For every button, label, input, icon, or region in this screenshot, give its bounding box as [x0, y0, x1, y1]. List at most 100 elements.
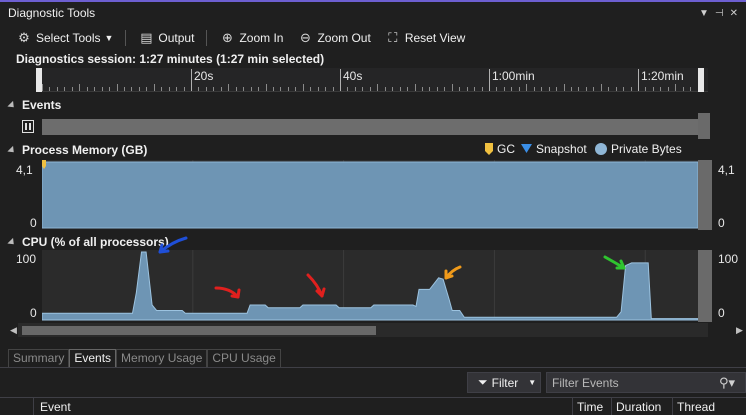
- tab-summary[interactable]: Summary: [8, 349, 70, 368]
- ruler-tick: [183, 87, 185, 91]
- title-bar: Diagnostic Tools ▼ ⊣ ✕: [0, 0, 746, 24]
- events-section-header[interactable]: Events: [7, 98, 61, 112]
- ruler-tick: [131, 87, 133, 91]
- toolbar-separator: [125, 30, 127, 46]
- column-duration[interactable]: Duration: [616, 400, 661, 414]
- zoom-out-button[interactable]: ⊖ Zoom Out: [295, 28, 372, 48]
- ruler-tick: [489, 69, 490, 91]
- ruler-tick: [660, 87, 662, 91]
- chevron-down-icon: ▼: [104, 33, 114, 43]
- scroll-right-icon[interactable]: ▶: [736, 325, 743, 336]
- ruler-tick: [384, 87, 386, 91]
- ruler-label: 40s: [343, 69, 363, 83]
- dropdown-arrow-icon[interactable]: ▼: [699, 8, 709, 19]
- ruler-tick: [161, 87, 163, 91]
- column-separator[interactable]: [672, 398, 673, 415]
- output-button[interactable]: ▤ Output: [136, 28, 196, 48]
- window-title: Diagnostic Tools: [8, 6, 96, 20]
- session-info: Diagnostics session: 1:27 minutes (1:27 …: [16, 52, 325, 66]
- cpu-y-max-right: 100: [718, 252, 739, 266]
- ruler-tick: [228, 84, 230, 91]
- ruler-tick: [652, 87, 654, 91]
- collapse-triangle-icon[interactable]: [7, 237, 17, 247]
- ruler-tick: [287, 87, 289, 91]
- column-event[interactable]: Event: [40, 400, 71, 414]
- ruler-tick: [638, 69, 639, 91]
- column-time[interactable]: Time: [577, 400, 603, 414]
- ruler-tick: [548, 87, 550, 91]
- collapse-triangle-icon[interactable]: [7, 145, 17, 155]
- close-icon[interactable]: ✕: [730, 8, 738, 19]
- select-tools-label: Select Tools: [36, 31, 101, 45]
- ruler-tick: [667, 87, 669, 91]
- filter-events-input[interactable]: [547, 373, 707, 392]
- ruler-tick: [94, 87, 96, 91]
- zoom-out-icon: ⊖: [300, 30, 311, 45]
- ruler-tick: [153, 84, 155, 91]
- ruler-label: 20s: [194, 69, 214, 83]
- ruler-tick: [280, 87, 282, 91]
- ruler-tick: [593, 87, 595, 91]
- selection-handle-right[interactable]: [698, 68, 704, 92]
- select-tools-button[interactable]: ⚙ Select Tools ▼: [14, 28, 115, 48]
- ruler-tick: [168, 87, 170, 91]
- memory-chart[interactable]: [42, 160, 712, 230]
- series-area: [42, 161, 699, 229]
- ruler-tick: [615, 87, 617, 91]
- column-separator[interactable]: [33, 398, 34, 415]
- cpu-chart[interactable]: [42, 250, 712, 322]
- tab-memory-usage[interactable]: Memory Usage: [116, 349, 208, 368]
- gear-icon: ⚙: [18, 30, 30, 45]
- column-separator[interactable]: [572, 398, 573, 415]
- output-icon: ▤: [140, 30, 153, 45]
- chart-right-gutter: [698, 250, 712, 322]
- ruler-tick: [146, 87, 148, 91]
- ruler-tick: [295, 87, 297, 91]
- scrollbar-thumb[interactable]: [22, 326, 376, 335]
- ruler-tick: [220, 87, 222, 91]
- ruler-tick: [436, 87, 438, 91]
- toolbar-separator: [206, 30, 208, 46]
- scroll-left-icon[interactable]: ◀: [10, 325, 17, 336]
- gc-marker-icon: [485, 143, 493, 155]
- zoom-out-label: Zoom Out: [317, 31, 371, 45]
- cpu-section-header[interactable]: CPU (% of all processors): [7, 235, 169, 249]
- ruler-tick: [585, 87, 587, 91]
- ruler-tick: [49, 87, 51, 91]
- memory-y-max-right: 4,1: [718, 163, 735, 177]
- output-label: Output: [158, 31, 195, 45]
- memory-section-header[interactable]: Process Memory (GB): [7, 143, 147, 157]
- search-icon[interactable]: ⚲▾: [719, 375, 735, 391]
- pause-icon[interactable]: [22, 120, 34, 133]
- timeline-ruler[interactable]: 20s 40s 1:00min 1:20min: [36, 68, 708, 92]
- ruler-tick: [325, 87, 327, 91]
- tab-events[interactable]: Events: [69, 349, 117, 368]
- events-track[interactable]: [42, 119, 698, 135]
- pin-icon[interactable]: ⊣: [715, 8, 724, 19]
- cpu-title: CPU (% of all processors): [22, 235, 169, 249]
- collapse-triangle-icon[interactable]: [7, 100, 17, 110]
- filter-events-field[interactable]: ⚲▾: [546, 372, 746, 393]
- ruler-tick: [556, 87, 558, 91]
- legend-gc: GC: [485, 142, 515, 156]
- ruler-tick: [690, 87, 692, 91]
- zoom-in-button[interactable]: ⊕ Zoom In: [217, 28, 285, 48]
- ruler-tick: [302, 84, 304, 91]
- ruler-tick: [176, 87, 178, 91]
- column-separator[interactable]: [611, 398, 612, 415]
- ruler-tick: [518, 87, 520, 91]
- ruler-tick: [101, 87, 103, 91]
- tab-cpu-usage[interactable]: CPU Usage: [207, 349, 281, 368]
- ruler-tick: [362, 87, 364, 91]
- ruler-tick: [600, 84, 602, 91]
- column-thread[interactable]: Thread: [677, 400, 715, 414]
- ruler-tick: [570, 87, 572, 91]
- ruler-tick: [123, 87, 125, 91]
- filter-button[interactable]: ⏷ Filter ▼: [467, 372, 541, 393]
- ruler-tick: [354, 87, 356, 91]
- ruler-tick: [369, 87, 371, 91]
- ruler-tick: [608, 87, 610, 91]
- window-buttons: ▼ ⊣ ✕: [699, 8, 746, 19]
- toolbar: ⚙ Select Tools ▼ ▤ Output ⊕ Zoom In ⊖ Zo…: [0, 27, 746, 49]
- reset-view-button[interactable]: ⛶ Reset View: [383, 28, 467, 48]
